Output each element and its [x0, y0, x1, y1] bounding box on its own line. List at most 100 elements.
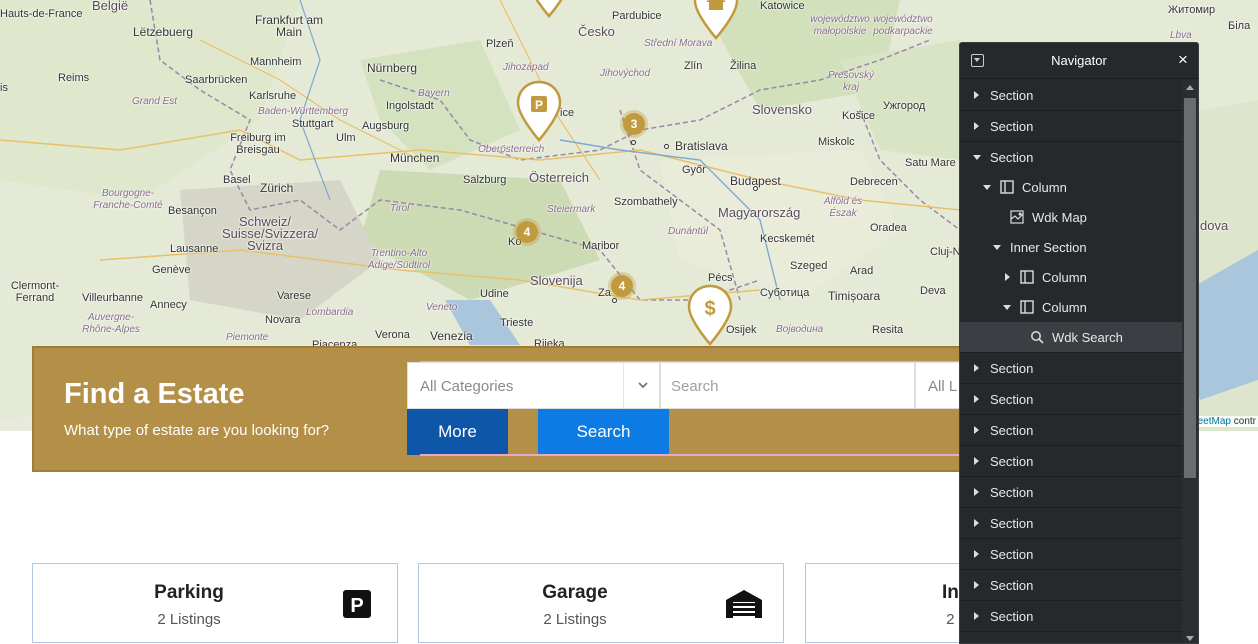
map-label: Magyarország — [718, 205, 801, 220]
attribution-text: contr — [1233, 416, 1256, 427]
map-label: België — [92, 0, 129, 13]
map-label: Genève — [152, 264, 191, 276]
caret-right-icon[interactable] — [974, 122, 979, 130]
card-count: 2 Listings — [543, 611, 607, 628]
search-icon — [1031, 331, 1044, 344]
parking-icon: P — [343, 590, 371, 618]
caret-right-icon[interactable] — [974, 457, 979, 465]
page: Hauts-de-France België Lëtzebuerg Frankf… — [0, 0, 1258, 644]
map-label: Annecy — [150, 299, 187, 311]
map-label: Clermont-Ferrand — [10, 280, 60, 304]
caret-right-icon[interactable] — [974, 395, 979, 403]
map-label: Ulm — [336, 132, 356, 144]
caret-right-icon[interactable] — [974, 550, 979, 558]
map-label: Біла — [1228, 20, 1251, 32]
caret-right-icon[interactable] — [1005, 273, 1010, 281]
map-cluster-marker[interactable]: 4 — [608, 272, 636, 300]
map-label: Satu Mare — [905, 157, 956, 169]
navigator-item-inner-section[interactable]: Inner Section — [960, 232, 1182, 262]
navigator-item-wdk-search[interactable]: Wdk Search — [960, 322, 1182, 353]
navigator-item-section[interactable]: Section — [960, 353, 1182, 384]
navigator-item-section[interactable]: Section — [960, 446, 1182, 477]
map-cluster-marker[interactable]: 3 — [620, 110, 648, 138]
map-label: Суботица — [760, 287, 810, 299]
navigator-item-column[interactable]: Column — [960, 172, 1182, 202]
dollar-pin-marker[interactable]: $ — [687, 284, 733, 346]
svg-text:P: P — [535, 98, 543, 112]
caret-down-icon[interactable] — [1003, 305, 1011, 310]
parking-pin-marker[interactable]: P — [516, 80, 562, 142]
map-label: Slovenija — [530, 273, 583, 288]
map-pin-marker[interactable] — [526, 0, 572, 18]
navigator-item-column[interactable]: Column — [960, 292, 1182, 322]
search-input-placeholder: Search — [671, 378, 719, 395]
navigator-item-label: Section — [990, 578, 1034, 593]
caret-down-icon[interactable] — [983, 185, 991, 190]
home-pin-marker[interactable] — [693, 0, 739, 40]
navigator-item-section[interactable]: Section — [960, 539, 1182, 570]
close-icon[interactable]: × — [1178, 51, 1188, 69]
map-label: Villeurbanne — [82, 292, 143, 304]
map-label: Česko — [578, 24, 615, 39]
scrollbar-thumb[interactable] — [1184, 98, 1196, 478]
location-select-value: All L — [928, 378, 958, 395]
caret-down-icon[interactable] — [993, 245, 1001, 250]
map-label: Alföld és Észak — [823, 196, 863, 219]
caret-right-icon[interactable] — [974, 612, 979, 620]
navigator-item-section[interactable]: Section — [960, 508, 1182, 539]
map-label: Pardubice — [612, 10, 662, 22]
navigator-item-label: Wdk Search — [1052, 330, 1123, 345]
caret-right-icon[interactable] — [974, 91, 979, 99]
navigator-item-section[interactable]: Section — [960, 80, 1182, 111]
category-select[interactable]: All Categories — [407, 362, 660, 410]
navigator-item-section[interactable]: Section — [960, 384, 1182, 415]
map-label: Lombardia — [306, 307, 354, 318]
navigator-item-label: Section — [990, 423, 1034, 438]
column-icon — [1000, 180, 1014, 194]
caret-right-icon[interactable] — [974, 364, 979, 372]
map-label: Житомир — [1168, 4, 1216, 16]
caret-right-icon[interactable] — [974, 488, 979, 496]
map-label: województwo podkarpackie — [873, 14, 933, 37]
svg-text:P: P — [350, 595, 363, 617]
attribution-link[interactable]: eetMap — [1198, 416, 1231, 427]
scroll-down-icon[interactable] — [1186, 636, 1194, 641]
navigator-item-wdk-map[interactable]: Wdk Map — [960, 202, 1182, 232]
city-dot — [664, 144, 669, 149]
caret-down-icon[interactable] — [973, 155, 981, 160]
search-button[interactable]: Search — [538, 409, 669, 455]
category-card-parking[interactable]: Parking 2 Listings P — [32, 563, 398, 643]
chevron-down-icon — [638, 382, 648, 389]
map-label: Besançon — [168, 205, 217, 217]
map-label: Varese — [277, 290, 312, 302]
navigator-item-section[interactable]: Section — [960, 570, 1182, 601]
map-label: Bratislava — [675, 139, 728, 153]
map-label: Hauts-de-France — [0, 8, 83, 20]
map-label: Žilina — [730, 60, 757, 72]
navigator-item-column[interactable]: Column — [960, 262, 1182, 292]
caret-right-icon[interactable] — [974, 519, 979, 527]
map-label: Cluj-N — [930, 246, 961, 258]
category-card-garage[interactable]: Garage 2 Listings — [418, 563, 784, 643]
navigator-item-section[interactable]: Section — [960, 477, 1182, 508]
navigator-panel: Navigator × Section Section Section Colu… — [959, 42, 1199, 644]
navigator-scrollbar[interactable] — [1182, 80, 1198, 643]
map-label: Grand Est — [132, 96, 178, 107]
map-label: Szeged — [790, 260, 828, 272]
more-button[interactable]: More — [407, 409, 508, 455]
navigator-item-section[interactable]: Section — [960, 415, 1182, 446]
caret-right-icon[interactable] — [974, 426, 979, 434]
navigator-header[interactable]: Navigator × — [960, 43, 1198, 79]
caret-right-icon[interactable] — [974, 581, 979, 589]
navigator-item-section[interactable]: Section — [960, 111, 1182, 142]
map-label: Basel — [223, 174, 251, 186]
map-label: Ужгород — [883, 100, 926, 112]
search-input[interactable]: Search — [660, 362, 915, 409]
map-label: Baden-Württemberg — [258, 106, 349, 117]
scroll-up-icon[interactable] — [1186, 85, 1194, 90]
navigator-item-section[interactable]: Section — [960, 601, 1182, 632]
map-cluster-marker[interactable]: 4 — [513, 218, 541, 246]
map-label: Pécs — [708, 272, 733, 284]
navigator-item-label: Section — [990, 485, 1034, 500]
navigator-item-section[interactable]: Section — [960, 142, 1182, 172]
